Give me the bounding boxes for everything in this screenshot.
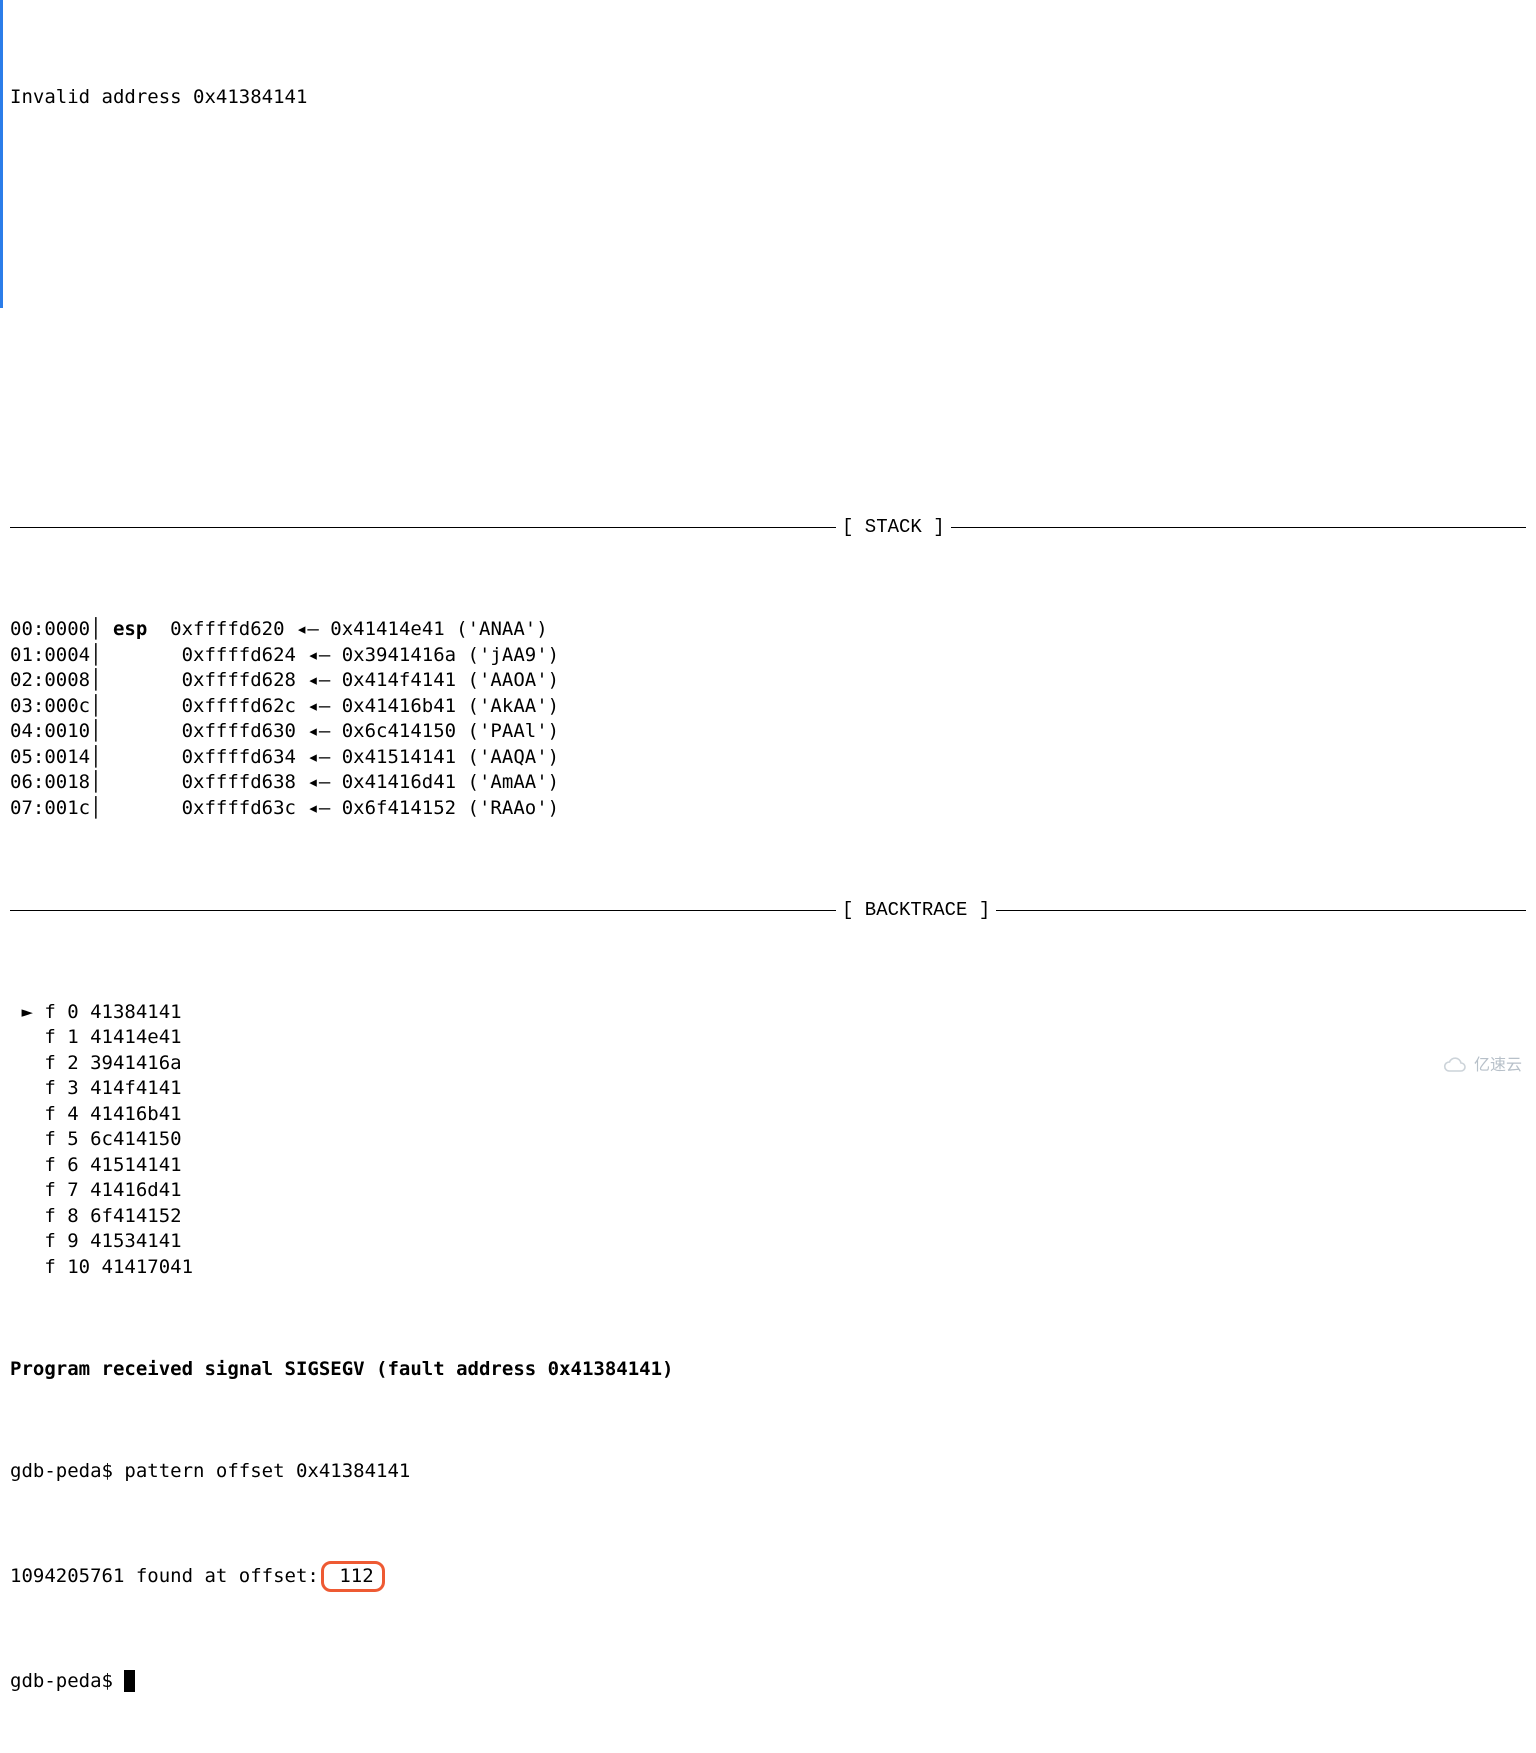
terminal-viewport: Invalid address 0x41384141 [ STACK ] 00:… (0, 0, 1536, 1753)
section-divider-backtrace: [ BACKTRACE ] (10, 898, 1526, 924)
rule-right (951, 527, 1526, 528)
gdb-prompt: gdb-peda$ (10, 1460, 124, 1482)
rule-left (10, 527, 836, 528)
gdb-prompt: gdb-peda$ (10, 1669, 124, 1695)
cloud-icon (1442, 1056, 1468, 1074)
section-label-stack: [ STACK ] (836, 515, 951, 541)
backtrace-row: f 5 6c414150 (10, 1127, 1526, 1153)
command-line-1[interactable]: gdb-peda$ pattern offset 0x41384141 (10, 1459, 1526, 1485)
blank-region (10, 187, 1526, 439)
stack-row: 00:0000│ esp 0xffffd620 ◂— 0x41414e41 ('… (10, 617, 1526, 643)
offset-highlight: 112 (321, 1561, 385, 1593)
backtrace-row: f 10 41417041 (10, 1255, 1526, 1281)
stack-row: 01:0004│ 0xffffd624 ◂— 0x3941416a ('jAA9… (10, 643, 1526, 669)
stack-row: 07:001c│ 0xffffd63c ◂— 0x6f414152 ('RAAo… (10, 796, 1526, 822)
stack-row: 02:0008│ 0xffffd628 ◂— 0x414f4141 ('AAOA… (10, 668, 1526, 694)
rule-left (10, 910, 836, 911)
backtrace-row: f 7 41416d41 (10, 1178, 1526, 1204)
section-divider-stack: [ STACK ] (10, 515, 1526, 541)
watermark: 亿速云 (1442, 1053, 1522, 1079)
cursor-icon (124, 1670, 135, 1692)
stack-row: 03:000c│ 0xffffd62c ◂— 0x41416b41 ('AkAA… (10, 694, 1526, 720)
watermark-text: 亿速云 (1474, 1053, 1522, 1079)
stack-block: 00:0000│ esp 0xffffd620 ◂— 0x41414e41 ('… (10, 617, 1526, 821)
backtrace-row: f 8 6f414152 (10, 1204, 1526, 1230)
backtrace-row: f 1 41414e41 (10, 1025, 1526, 1051)
section-label-backtrace: [ BACKTRACE ] (836, 898, 996, 924)
backtrace-block: ► f 0 41384141 f 1 41414e41 f 2 3941416a… (10, 1000, 1526, 1281)
command-text: pattern offset 0x41384141 (124, 1460, 410, 1482)
invalid-address-line: Invalid address 0x41384141 (10, 85, 1526, 111)
backtrace-row: f 6 41514141 (10, 1153, 1526, 1179)
result-prefix: 1094205761 found at offset: (10, 1565, 319, 1587)
signal-line: Program received signal SIGSEGV (fault a… (10, 1357, 1526, 1383)
stack-row: 06:0018│ 0xffffd638 ◂— 0x41416d41 ('AmAA… (10, 770, 1526, 796)
offset-value: 112 (339, 1565, 373, 1587)
stack-row: 04:0010│ 0xffffd630 ◂— 0x6c414150 ('PAAl… (10, 719, 1526, 745)
backtrace-row: f 3 414f4141 (10, 1076, 1526, 1102)
rule-right (996, 910, 1526, 911)
backtrace-row: f 9 41534141 (10, 1229, 1526, 1255)
window-accent-bar (0, 0, 3, 308)
stack-row: 05:0014│ 0xffffd634 ◂— 0x41514141 ('AAQA… (10, 745, 1526, 771)
command-line-2[interactable]: gdb-peda$ (10, 1669, 1526, 1695)
backtrace-row: f 4 41416b41 (10, 1102, 1526, 1128)
backtrace-row: ► f 0 41384141 (10, 1000, 1526, 1026)
offset-result-line: 1094205761 found at offset: 112 (10, 1561, 1526, 1593)
backtrace-row: f 2 3941416a (10, 1051, 1526, 1077)
